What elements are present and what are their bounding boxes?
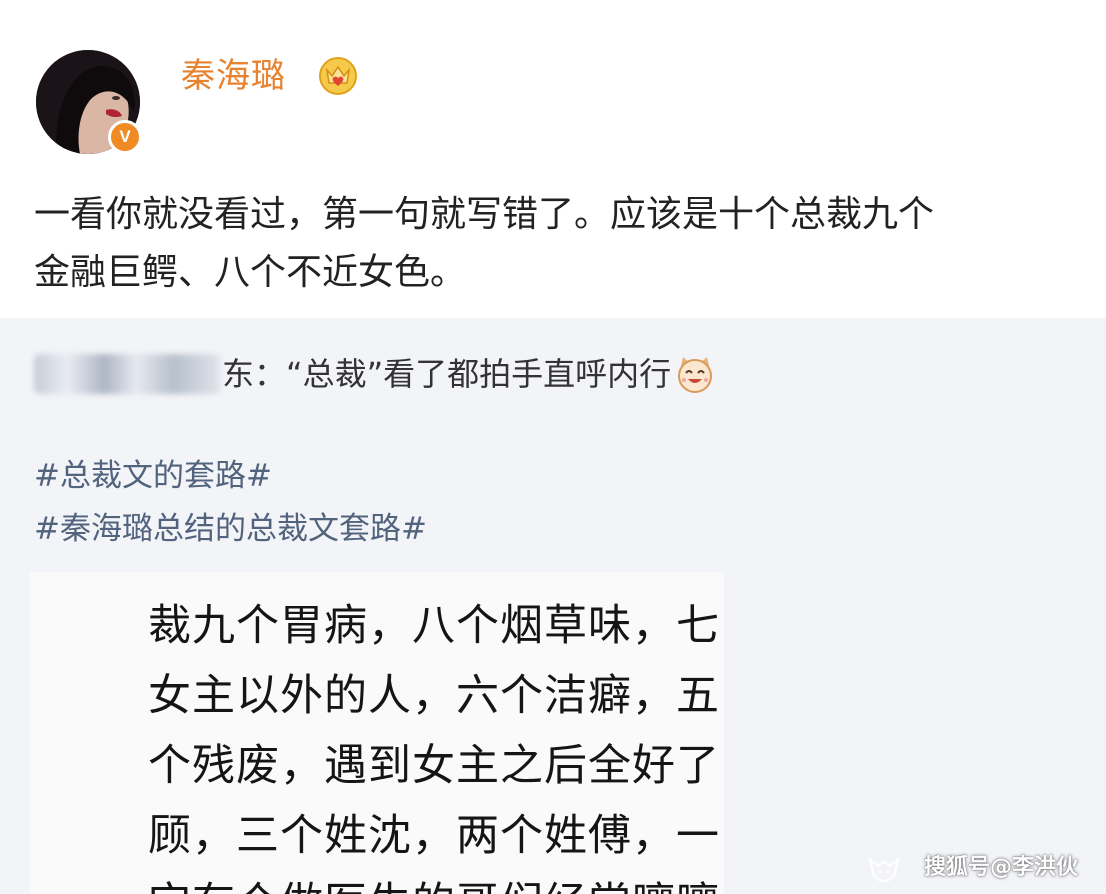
image-text-line: 宝有个做医生的哥们经常嚷嚷	[148, 874, 720, 894]
post-text-line: 金融巨鳄、八个不近女色。	[34, 252, 467, 293]
blurred-username[interactable]	[34, 354, 220, 394]
post-text-line: 一看你就没看过，第一句就写错了。应该是十个总裁九个	[34, 194, 935, 235]
image-text-line: 个残废，遇到女主之后全好了	[148, 741, 720, 791]
repost-quote-text: 东：“总裁”看了都拍手直呼内行	[222, 355, 672, 393]
hashtag-link[interactable]: #秦海璐总结的总裁文套路#	[34, 505, 427, 553]
author-name[interactable]: 秦海璐	[181, 54, 286, 98]
weibo-post-screenshot: V 秦海璐 一看你就没看过，第一句就写错了。应该是十个总裁九个 金融巨鳄、八个不…	[0, 0, 1106, 894]
repost-quote: 东：“总裁”看了都拍手直呼内行	[34, 346, 715, 398]
image-text-line: 裁九个胃病，八个烟草味，七	[148, 601, 720, 651]
sohu-fox-icon	[866, 852, 902, 888]
crown-heart-icon	[318, 56, 358, 96]
image-text-line: 顾，三个姓沈，两个姓傅，一	[148, 811, 720, 861]
verified-badge-icon: V	[108, 120, 142, 154]
cat-laughing-icon	[675, 354, 715, 394]
original-post-card: V 秦海璐 一看你就没看过，第一句就写错了。应该是十个总裁九个 金融巨鳄、八个不…	[0, 0, 1106, 318]
hashtag-link[interactable]: #总裁文的套路#	[34, 452, 272, 500]
sohu-watermark: 搜狐号@李洪伙	[924, 855, 1079, 880]
post-body: 一看你就没看过，第一句就写错了。应该是十个总裁九个 金融巨鳄、八个不近女色。	[34, 186, 1084, 302]
embedded-screenshot-image[interactable]: 裁九个胃病，八个烟草味，七 女主以外的人，六个洁癖，五 个残废，遇到女主之后全好…	[30, 572, 724, 894]
avatar[interactable]: V	[36, 50, 144, 158]
image-text-line: 女主以外的人，六个洁癖，五	[148, 671, 720, 721]
